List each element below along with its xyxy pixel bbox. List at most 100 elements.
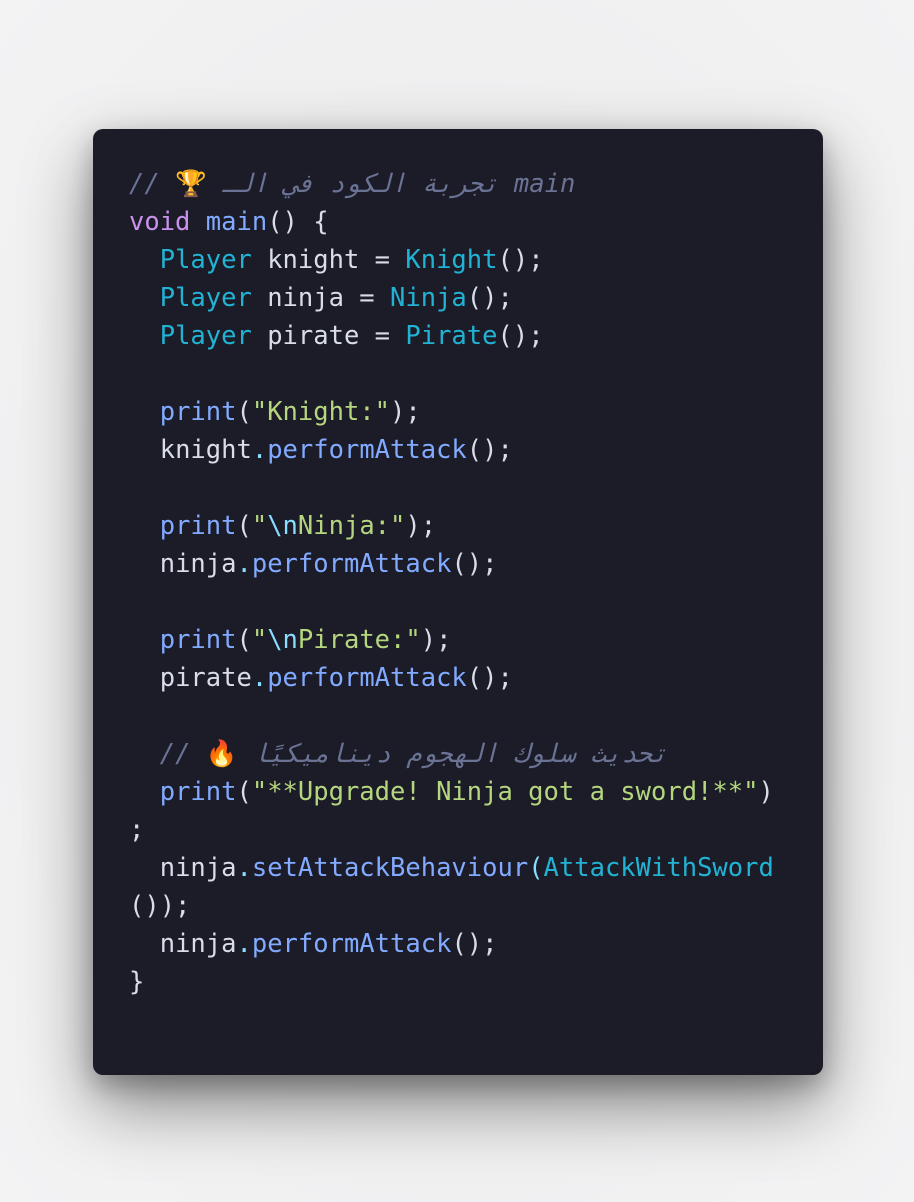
code-line-8: knight.performAttack(); [129, 431, 789, 469]
code-line-5: Player pirate = Pirate(); [129, 317, 789, 355]
punctuation: ( [236, 625, 252, 655]
code-line-3: Player knight = Knight(); [129, 241, 789, 279]
constructor-ninja: Ninja [390, 283, 467, 313]
code-line-13: print("\nPirate:"); [129, 621, 789, 659]
code-line-18: ; [129, 811, 789, 849]
declaration-text: pirate = [251, 321, 406, 351]
fire-icon: 🔥 [205, 739, 238, 769]
punctuation: ); [390, 397, 421, 427]
code-line-10: print("\nNinja:"); [129, 507, 789, 545]
declaration-text: ninja = [251, 283, 391, 313]
trophy-icon: 🏆 [175, 169, 207, 199]
object-ninja: ninja [159, 853, 237, 883]
punctuation: ); [420, 625, 452, 655]
code-line-14: pirate.performAttack(); [129, 659, 789, 697]
declaration-text: knight = [251, 245, 406, 275]
punctuation: ( [236, 511, 252, 541]
comment-prefix: // [129, 169, 176, 199]
code-line-6-blank [129, 355, 789, 393]
object-knight: knight [159, 435, 252, 465]
dot-operator: . [236, 549, 252, 579]
type-player: Player [159, 321, 252, 351]
string-literal: "**Upgrade! Ninja got a sword!**" [251, 777, 759, 807]
code-line-16: // 🔥 تحديث سلوك الهجوم ديناميكيًا [129, 735, 789, 773]
code-line-19: ninja.setAttackBehaviour(AttackWithSword [129, 849, 789, 887]
code-line-17: print("**Upgrade! Ninja got a sword!**") [129, 773, 789, 811]
string-quote: " [251, 511, 268, 541]
dot-operator: . [251, 435, 268, 465]
code-line-4: Player ninja = Ninja(); [129, 279, 789, 317]
code-line-1: // 🏆 تجربة الكود في الـ main [129, 165, 789, 203]
code-line-11: ninja.performAttack(); [129, 545, 789, 583]
punctuation: (); [497, 321, 544, 351]
type-player: Player [159, 245, 252, 275]
function-print: print [159, 397, 237, 427]
code-line-7: print("Knight:"); [129, 393, 789, 431]
escape-sequence: \n [267, 625, 298, 655]
type-player: Player [159, 283, 252, 313]
comment-text: تحديث سلوك الهجوم ديناميكيًا [237, 739, 668, 769]
punctuation: ( [236, 397, 252, 427]
closing-brace: } [129, 967, 145, 997]
string-literal: "Knight:" [251, 397, 391, 427]
method-set-attack-behaviour: setAttackBehaviour [251, 853, 529, 883]
punctuation: ( [236, 777, 252, 807]
keyword-void: void [129, 207, 191, 237]
method-perform-attack: performAttack [251, 549, 452, 579]
dot-operator: . [236, 853, 252, 883]
dot-operator: . [236, 929, 252, 959]
punctuation: ) [758, 777, 774, 807]
code-line-9-blank [129, 469, 789, 507]
constructor-pirate: Pirate [405, 321, 498, 351]
function-main: main [205, 207, 268, 237]
punctuation: ()); [129, 891, 191, 921]
function-print: print [159, 777, 237, 807]
punctuation: (); [466, 435, 513, 465]
punctuation: ; [129, 815, 145, 845]
constructor-knight: Knight [405, 245, 498, 275]
code-line-15-blank [129, 697, 789, 735]
dot-operator: . [251, 663, 268, 693]
punctuation: () { [267, 207, 329, 237]
method-perform-attack: performAttack [251, 929, 452, 959]
comment-text: تجربة الكود في الـ main [206, 169, 576, 199]
punctuation: (); [451, 929, 498, 959]
escape-sequence: \n [267, 511, 298, 541]
string-quote: " [251, 625, 268, 655]
punctuation: (); [466, 663, 513, 693]
punctuation: ); [405, 511, 437, 541]
code-line-20: ()); [129, 887, 789, 925]
code-block: // 🏆 تجربة الكود في الـ main void main()… [129, 165, 789, 1001]
string-literal: Pirate:" [297, 625, 421, 655]
punctuation: ( [528, 853, 544, 883]
code-line-2: void main() { [129, 203, 789, 241]
function-print: print [159, 511, 237, 541]
string-literal: Ninja:" [297, 511, 406, 541]
punctuation: (); [466, 283, 513, 313]
object-pirate: pirate [159, 663, 252, 693]
object-ninja: ninja [159, 929, 237, 959]
method-perform-attack: performAttack [267, 435, 467, 465]
function-print: print [159, 625, 237, 655]
code-card: // 🏆 تجربة الكود في الـ main void main()… [93, 129, 823, 1075]
method-perform-attack: performAttack [267, 663, 467, 693]
comment-prefix: // [159, 739, 206, 769]
code-line-21: ninja.performAttack(); [129, 925, 789, 963]
code-line-12-blank [129, 583, 789, 621]
punctuation: (); [497, 245, 544, 275]
code-line-22: } [129, 963, 789, 1001]
punctuation: (); [451, 549, 498, 579]
object-ninja: ninja [159, 549, 237, 579]
